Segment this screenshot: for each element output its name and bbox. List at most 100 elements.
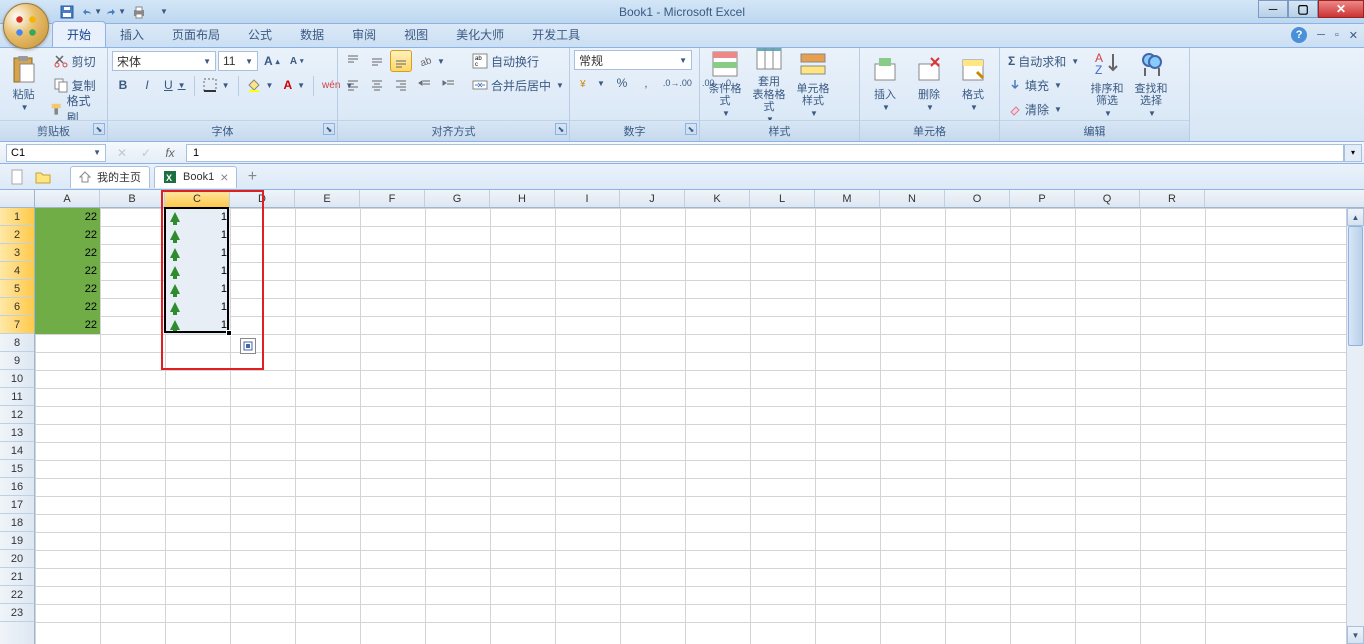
col-header-R[interactable]: R bbox=[1140, 190, 1205, 207]
col-header-G[interactable]: G bbox=[425, 190, 490, 207]
cells-area[interactable]: 222222222222221111111 bbox=[35, 208, 1364, 644]
col-header-N[interactable]: N bbox=[880, 190, 945, 207]
cell-C7[interactable]: 1 bbox=[165, 316, 230, 334]
increase-decimal-icon[interactable]: .0→.00 bbox=[659, 72, 696, 94]
tab-insert[interactable]: 插入 bbox=[106, 22, 158, 47]
row-header-19[interactable]: 19 bbox=[0, 532, 34, 550]
row-header-14[interactable]: 14 bbox=[0, 442, 34, 460]
wrap-text-button[interactable]: abc自动换行 bbox=[468, 50, 558, 72]
row-header-12[interactable]: 12 bbox=[0, 406, 34, 424]
row-header-11[interactable]: 11 bbox=[0, 388, 34, 406]
col-header-B[interactable]: B bbox=[100, 190, 165, 207]
col-header-I[interactable]: I bbox=[555, 190, 620, 207]
cancel-formula-icon[interactable]: ✕ bbox=[112, 144, 132, 162]
row-header-18[interactable]: 18 bbox=[0, 514, 34, 532]
cell-C6[interactable]: 1 bbox=[165, 298, 230, 316]
row-header-4[interactable]: 4 bbox=[0, 262, 34, 280]
autosum-button[interactable]: Σ自动求和▼ bbox=[1004, 50, 1084, 72]
fx-icon[interactable]: fx bbox=[160, 144, 180, 162]
conditional-format-button[interactable]: 条件格式▼ bbox=[704, 50, 746, 116]
orientation-icon[interactable]: ab▼ bbox=[414, 50, 449, 72]
sort-filter-button[interactable]: AZ排序和 筛选▼ bbox=[1086, 50, 1128, 116]
enter-formula-icon[interactable]: ✓ bbox=[136, 144, 156, 162]
tab-home[interactable]: 开始 bbox=[52, 21, 106, 47]
currency-icon[interactable]: ¥▼ bbox=[574, 72, 609, 94]
row-header-9[interactable]: 9 bbox=[0, 352, 34, 370]
row-header-13[interactable]: 13 bbox=[0, 424, 34, 442]
col-header-M[interactable]: M bbox=[815, 190, 880, 207]
italic-button[interactable]: I bbox=[136, 74, 158, 96]
doctab-home[interactable]: 我的主页 bbox=[70, 166, 150, 188]
row-header-22[interactable]: 22 bbox=[0, 586, 34, 604]
scroll-up-icon[interactable]: ▲ bbox=[1347, 208, 1364, 226]
close-workbook-icon[interactable]: ✕ bbox=[1349, 29, 1358, 42]
col-header-J[interactable]: J bbox=[620, 190, 685, 207]
qat-print-icon[interactable] bbox=[128, 1, 150, 23]
qat-redo-icon[interactable]: ▼ bbox=[104, 1, 126, 23]
row-header-23[interactable]: 23 bbox=[0, 604, 34, 622]
name-box[interactable]: C1▼ bbox=[6, 144, 106, 162]
align-middle-icon[interactable] bbox=[366, 50, 388, 72]
col-header-K[interactable]: K bbox=[685, 190, 750, 207]
tab-beautify[interactable]: 美化大师 bbox=[442, 22, 518, 47]
clear-button[interactable]: 清除▼ bbox=[1004, 98, 1074, 120]
cell-A3[interactable]: 22 bbox=[35, 244, 100, 262]
cell-A1[interactable]: 22 bbox=[35, 208, 100, 226]
align-top-icon[interactable] bbox=[342, 50, 364, 72]
decrease-font-icon[interactable]: A▾ bbox=[286, 50, 308, 72]
cut-button[interactable]: 剪切 bbox=[45, 50, 103, 72]
align-launcher-icon[interactable]: ⬊ bbox=[555, 123, 567, 135]
cell-C1[interactable]: 1 bbox=[165, 208, 230, 226]
font-color-button[interactable]: A▼ bbox=[279, 74, 309, 96]
vertical-scrollbar[interactable]: ▲ ▼ bbox=[1346, 208, 1364, 644]
increase-font-icon[interactable]: A▴ bbox=[260, 50, 284, 72]
add-tab-icon[interactable]: + bbox=[241, 167, 263, 187]
row-header-5[interactable]: 5 bbox=[0, 280, 34, 298]
tab-formulas[interactable]: 公式 bbox=[234, 22, 286, 47]
scroll-down-icon[interactable]: ▼ bbox=[1347, 626, 1364, 644]
help-icon[interactable]: ? bbox=[1291, 27, 1307, 43]
qat-more-icon[interactable]: ▼ bbox=[152, 1, 174, 23]
tab-dev[interactable]: 开发工具 bbox=[518, 22, 594, 47]
paste-button[interactable]: 粘贴 ▼ bbox=[4, 50, 43, 116]
close-tab-icon[interactable]: × bbox=[220, 169, 228, 185]
format-painter-button[interactable]: 格式刷 bbox=[45, 98, 103, 120]
cell-C4[interactable]: 1 bbox=[165, 262, 230, 280]
row-header-3[interactable]: 3 bbox=[0, 244, 34, 262]
underline-button[interactable]: U▼ bbox=[160, 74, 190, 96]
cell-A2[interactable]: 22 bbox=[35, 226, 100, 244]
align-bottom-icon[interactable] bbox=[390, 50, 412, 72]
fill-handle[interactable] bbox=[226, 330, 232, 336]
row-header-15[interactable]: 15 bbox=[0, 460, 34, 478]
increase-indent-icon[interactable] bbox=[438, 74, 460, 96]
border-button[interactable]: ▼ bbox=[199, 74, 234, 96]
row-header-6[interactable]: 6 bbox=[0, 298, 34, 316]
col-header-A[interactable]: A bbox=[35, 190, 100, 207]
cell-C5[interactable]: 1 bbox=[165, 280, 230, 298]
find-select-button[interactable]: 查找和 选择▼ bbox=[1130, 50, 1172, 116]
cell-A4[interactable]: 22 bbox=[35, 262, 100, 280]
col-header-P[interactable]: P bbox=[1010, 190, 1075, 207]
row-header-8[interactable]: 8 bbox=[0, 334, 34, 352]
office-button[interactable] bbox=[3, 3, 49, 49]
formula-input[interactable]: 1 bbox=[186, 144, 1344, 162]
maximize-button[interactable]: ▢ bbox=[1288, 0, 1318, 18]
format-cells-button[interactable]: 格式▼ bbox=[952, 50, 994, 116]
align-right-icon[interactable] bbox=[390, 74, 412, 96]
autofill-options-icon[interactable] bbox=[240, 338, 256, 354]
cell-A6[interactable]: 22 bbox=[35, 298, 100, 316]
font-launcher-icon[interactable]: ⬊ bbox=[323, 123, 335, 135]
cell-A5[interactable]: 22 bbox=[35, 280, 100, 298]
col-header-L[interactable]: L bbox=[750, 190, 815, 207]
percent-icon[interactable]: % bbox=[611, 72, 633, 94]
cell-A7[interactable]: 22 bbox=[35, 316, 100, 334]
minimize-button[interactable]: ─ bbox=[1258, 0, 1288, 18]
col-header-D[interactable]: D bbox=[230, 190, 295, 207]
bold-button[interactable]: B bbox=[112, 74, 134, 96]
align-left-icon[interactable] bbox=[342, 74, 364, 96]
col-header-C[interactable]: C bbox=[165, 190, 230, 207]
number-launcher-icon[interactable]: ⬊ bbox=[685, 123, 697, 135]
restore-window-icon[interactable]: ▫ bbox=[1335, 29, 1339, 41]
row-header-7[interactable]: 7 bbox=[0, 316, 34, 334]
cell-styles-button[interactable]: 单元格 样式▼ bbox=[792, 50, 834, 116]
